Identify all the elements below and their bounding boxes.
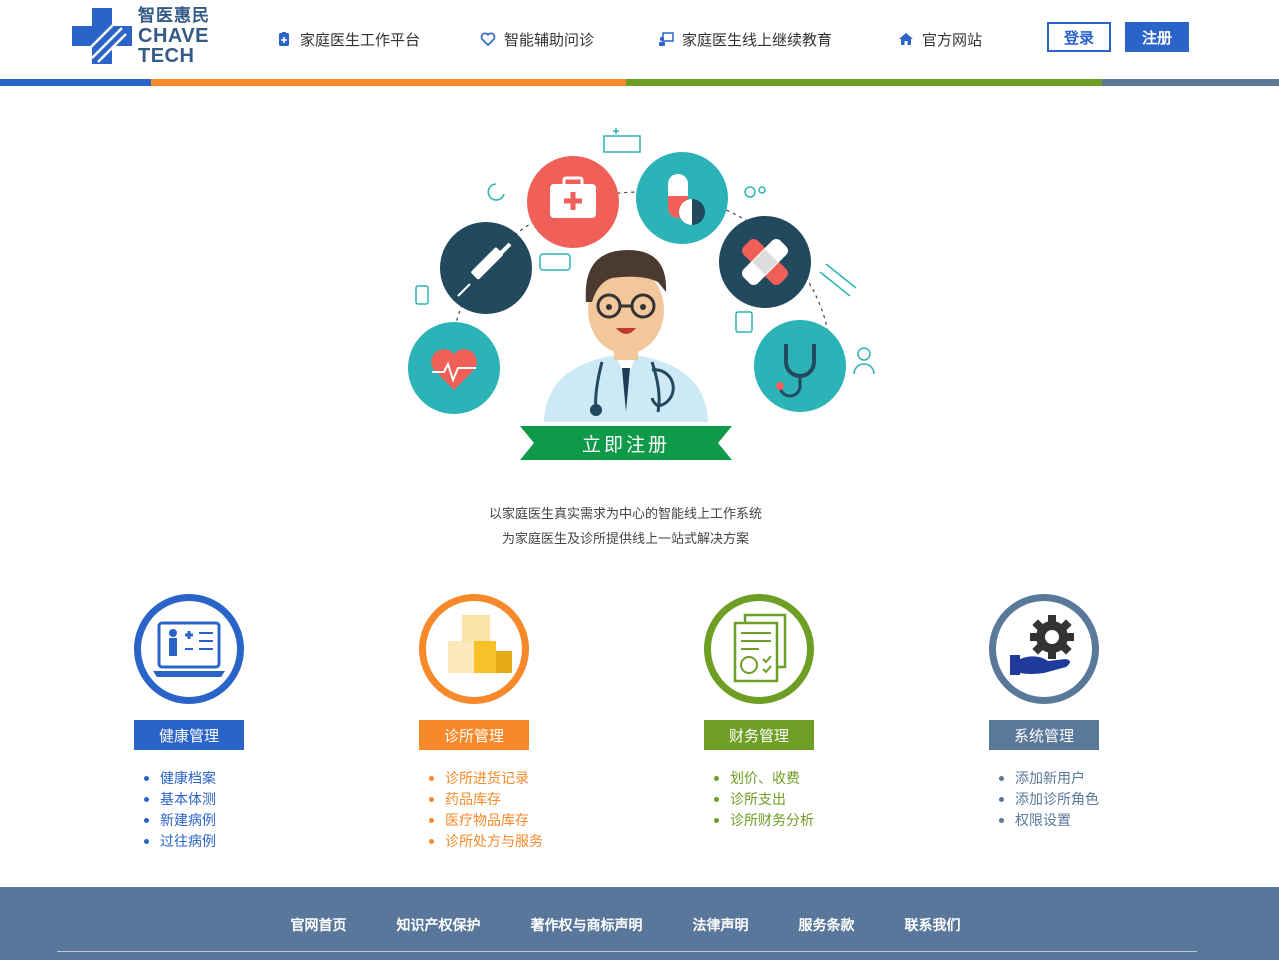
footer-link-ip-protection[interactable]: 知识产权保护 — [397, 915, 481, 935]
list-item[interactable]: 添加新用户 — [999, 768, 1099, 789]
finance-document-icon — [704, 594, 814, 704]
nav-online-education[interactable]: 家庭医生线上继续教育 — [658, 28, 832, 50]
footer-link-home[interactable]: 官网首页 — [291, 915, 347, 935]
nav-official-website[interactable]: 官方网站 — [898, 28, 982, 50]
list-item[interactable]: 权限设置 — [999, 810, 1099, 831]
footer-link-legal[interactable]: 法律声明 — [693, 915, 749, 935]
stethoscope-icon — [754, 320, 846, 412]
clipboard-plus-icon — [279, 32, 289, 46]
list-item[interactable]: 诊所财务分析 — [714, 810, 814, 831]
health-record-icon — [134, 594, 244, 704]
list-item[interactable]: 诊所处方与服务 — [429, 831, 543, 852]
stripe-orange — [151, 79, 626, 86]
logo-en-line1: CHAVE — [138, 25, 210, 47]
list-item[interactable]: 划价、收费 — [714, 768, 814, 789]
logo[interactable]: 智医惠民 CHAVE TECH — [72, 6, 212, 66]
feature-list: 诊所进货记录 药品库存 医疗物品库存 诊所处方与服务 — [429, 768, 543, 852]
site-header: 智医惠民 CHAVE TECH 家庭医生工作平台 智能辅助问诊 家庭医生线上继续… — [0, 0, 1279, 78]
list-item[interactable]: 基本体测 — [144, 789, 216, 810]
nav-label: 家庭医生工作平台 — [300, 31, 421, 49]
list-item[interactable]: 过往病例 — [144, 831, 216, 852]
list-item[interactable]: 药品库存 — [429, 789, 543, 810]
footer-link-copyright-trademark[interactable]: 著作权与商标声明 — [531, 915, 643, 935]
bandage-icon — [719, 216, 811, 308]
feature-list: 添加新用户 添加诊所角色 权限设置 — [999, 768, 1099, 831]
register-button[interactable]: 注册 — [1125, 22, 1189, 52]
footer-links: 官网首页 知识产权保护 著作权与商标声明 法律声明 服务条款 联系我们 — [0, 915, 1251, 935]
stripe-blue — [0, 79, 151, 86]
list-item[interactable]: 新建病例 — [144, 810, 216, 831]
footer-link-terms[interactable]: 服务条款 — [799, 915, 855, 935]
pill-icon — [636, 152, 728, 244]
heart-outline-icon — [480, 32, 496, 47]
feature-tag[interactable]: 诊所管理 — [419, 720, 529, 750]
first-aid-kit-icon — [527, 156, 619, 248]
doctor-illustration — [408, 128, 875, 422]
home-icon — [899, 33, 913, 45]
register-now-label: 立即注册 — [581, 434, 670, 456]
list-item[interactable]: 医疗物品库存 — [429, 810, 543, 831]
feature-tag[interactable]: 财务管理 — [704, 720, 814, 750]
feature-tag[interactable]: 系统管理 — [989, 720, 1099, 750]
gear-hand-icon — [989, 594, 1099, 704]
nav-label: 家庭医生线上继续教育 — [682, 31, 833, 49]
stripe-slate — [1102, 79, 1279, 86]
site-footer: 官网首页 知识产权保护 著作权与商标声明 法律声明 服务条款 联系我们 — [0, 887, 1279, 960]
list-item[interactable]: 诊所支出 — [714, 789, 814, 810]
login-button[interactable]: 登录 — [1047, 22, 1111, 52]
footer-link-contact[interactable]: 联系我们 — [905, 915, 961, 935]
logo-text: 智医惠民 CHAVE TECH — [138, 6, 210, 66]
heart-rate-icon — [408, 322, 500, 414]
boxes-icon — [419, 594, 529, 704]
nav-label: 智能辅助问诊 — [504, 31, 595, 49]
list-item[interactable]: 诊所进货记录 — [429, 768, 543, 789]
doctor-figure — [544, 250, 708, 422]
medical-cross-logo-icon — [72, 8, 132, 64]
nav-smart-consultation[interactable]: 智能辅助问诊 — [480, 28, 594, 50]
nav-family-doctor-platform[interactable]: 家庭医生工作平台 — [276, 28, 420, 50]
stripe-green — [626, 79, 1102, 86]
register-now-ribbon[interactable]: 立即注册 — [520, 424, 732, 462]
logo-en-line2: TECH — [138, 45, 195, 67]
list-item[interactable]: 健康档案 — [144, 768, 216, 789]
feature-list: 划价、收费 诊所支出 诊所财务分析 — [714, 768, 814, 831]
logo-cn: 智医惠民 — [138, 6, 210, 25]
teacher-board-icon — [659, 32, 674, 46]
footer-divider — [57, 951, 1197, 952]
nav-label: 官方网站 — [922, 31, 983, 49]
tagline-line2: 为家庭医生及诊所提供线上一站式解决方案 — [501, 531, 749, 546]
tagline-line1: 以家庭医生真实需求为中心的智能线上工作系统 — [488, 506, 762, 521]
syringe-icon — [440, 222, 532, 314]
feature-tag[interactable]: 健康管理 — [134, 720, 244, 750]
feature-list: 健康档案 基本体测 新建病例 过往病例 — [144, 768, 216, 852]
list-item[interactable]: 添加诊所角色 — [999, 789, 1099, 810]
